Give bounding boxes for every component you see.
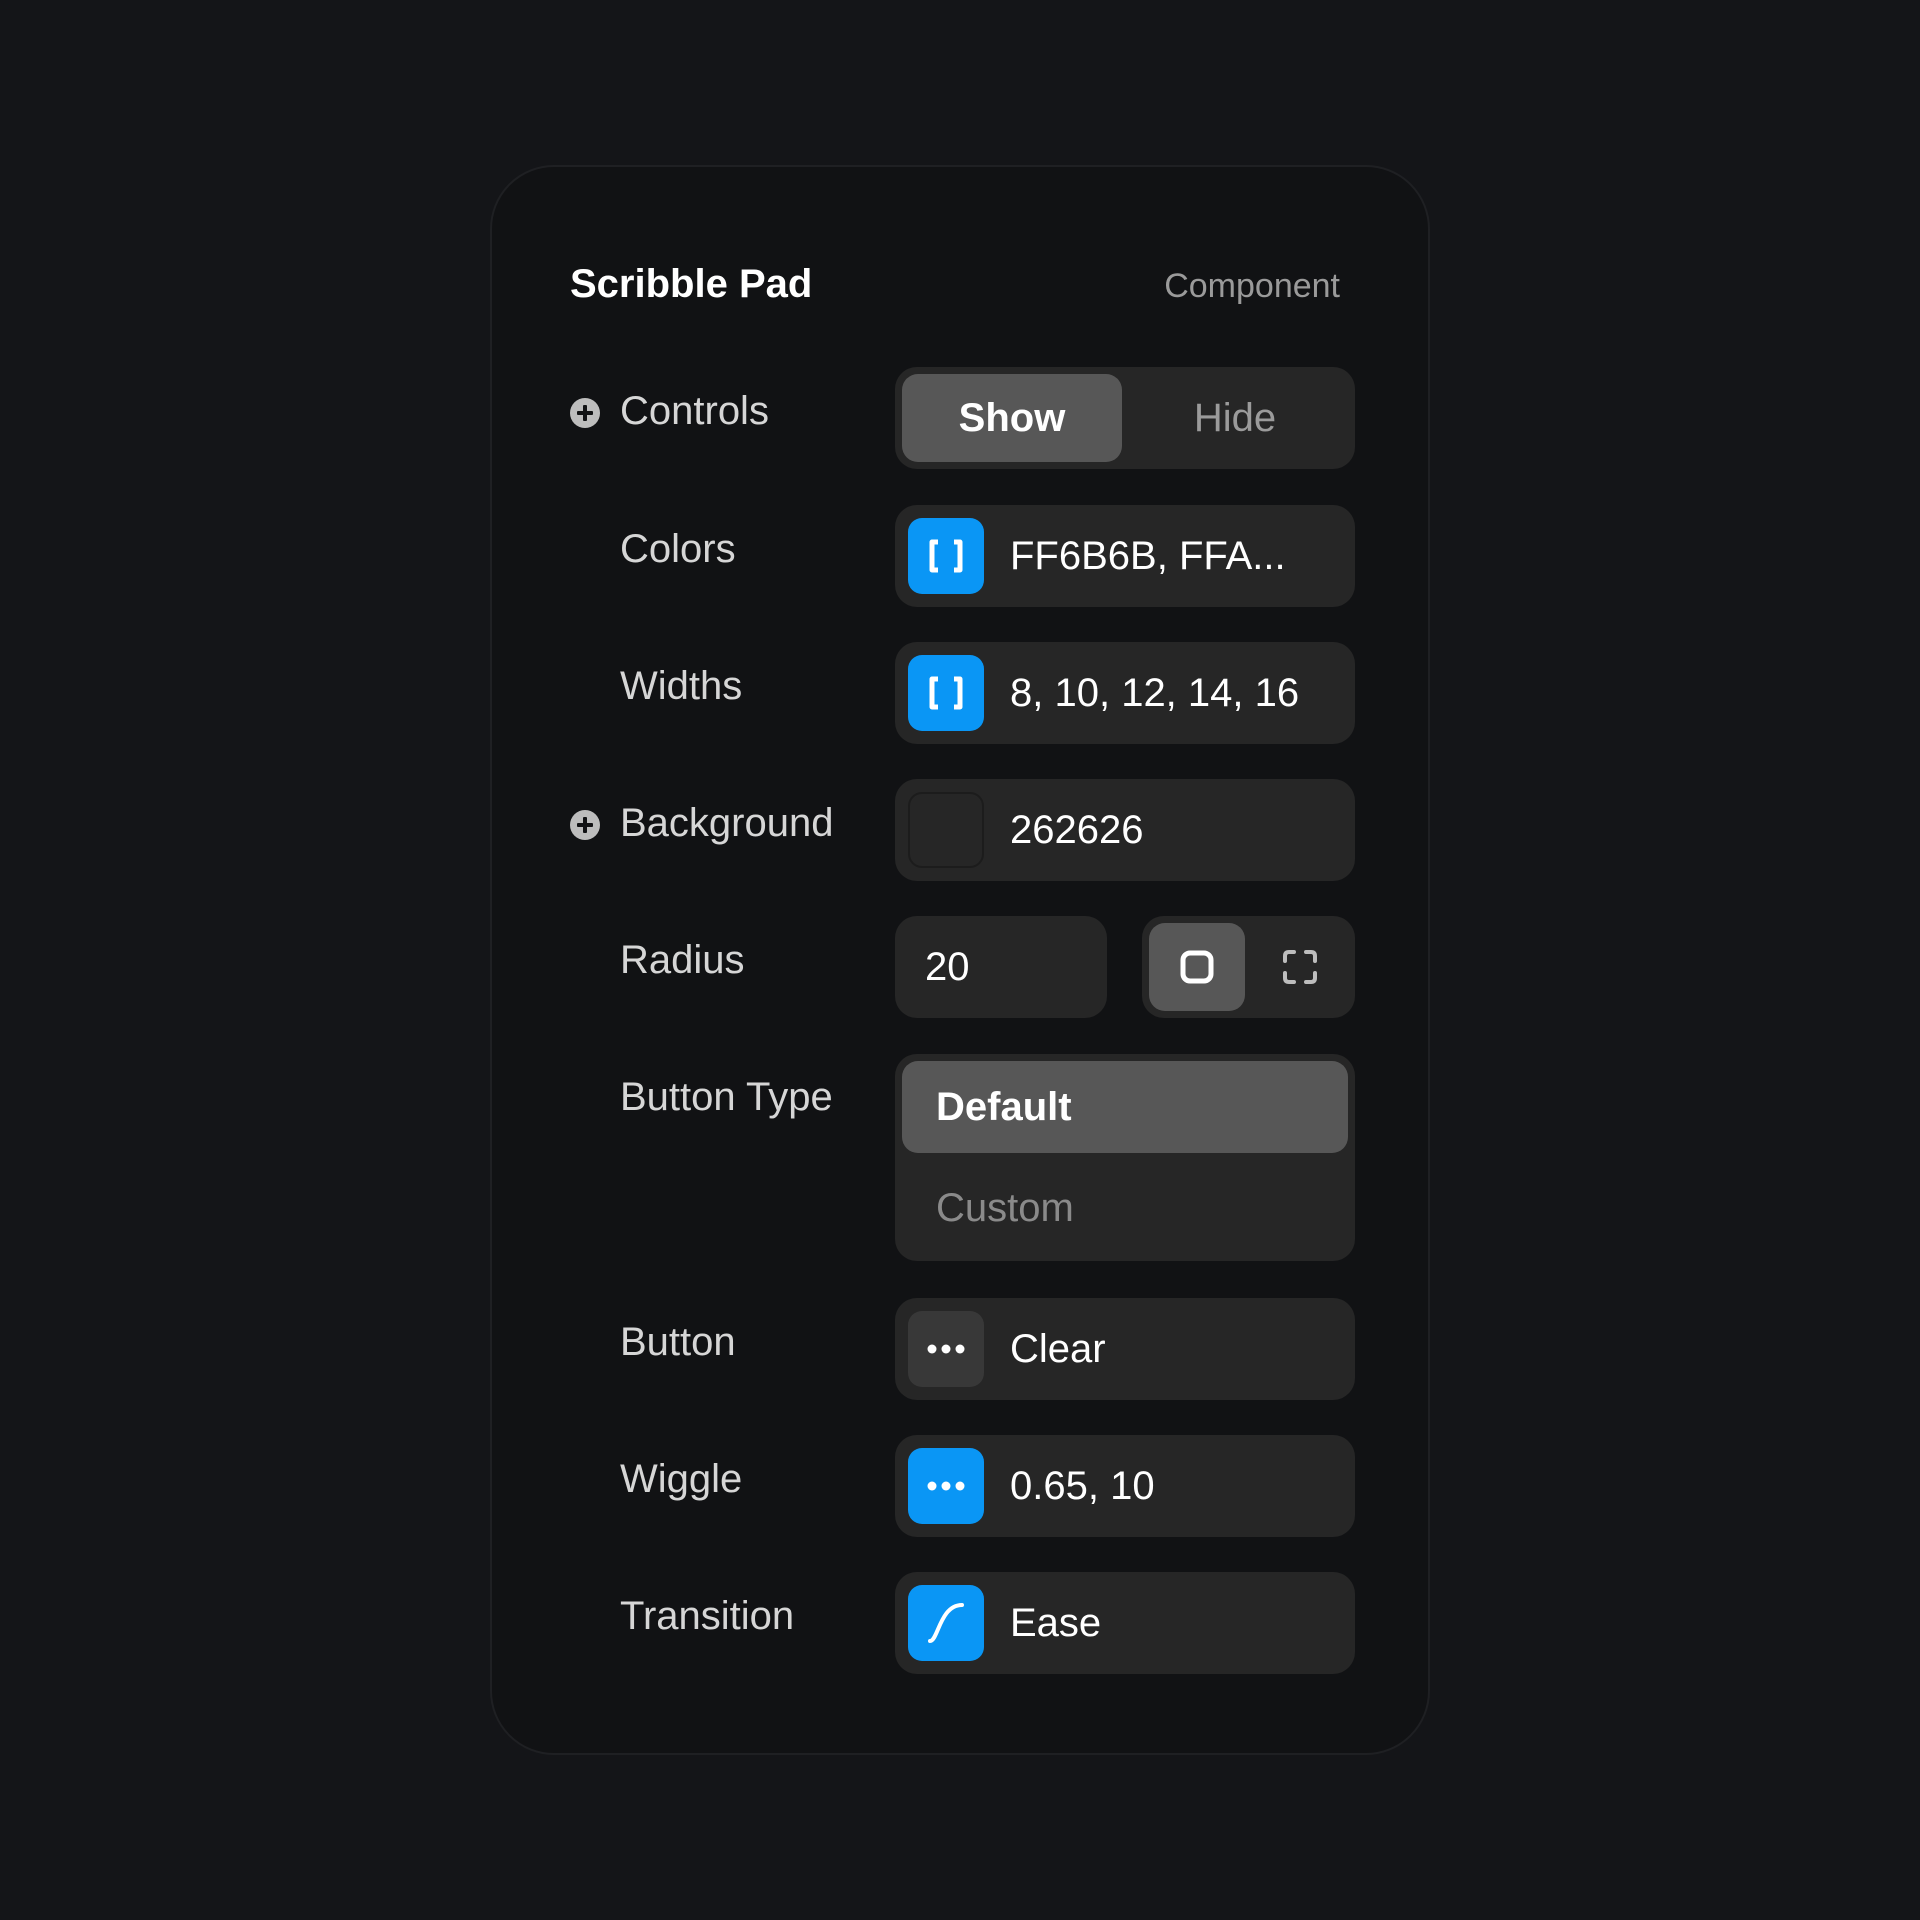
- radius-mode-toggle: [1142, 916, 1355, 1018]
- plus-circle-icon[interactable]: [569, 809, 601, 841]
- background-value: 262626: [1010, 807, 1144, 852]
- array-brackets-icon: [908, 518, 984, 594]
- button-value: Clear: [1010, 1326, 1106, 1371]
- properties-panel: Scribble Pad Component Controls Show Hid…: [490, 165, 1430, 1755]
- corner-brackets-icon[interactable]: [1252, 923, 1348, 1011]
- widths-value: 8, 10, 12, 14, 16: [1010, 670, 1300, 715]
- controls-hide-option[interactable]: Hide: [1122, 374, 1348, 462]
- controls-show-option[interactable]: Show: [902, 374, 1122, 462]
- color-swatch[interactable]: [908, 792, 984, 868]
- plus-circle-icon[interactable]: [569, 397, 601, 429]
- radius-label: Radius: [620, 938, 745, 982]
- button-type-default-option[interactable]: Default: [902, 1061, 1348, 1153]
- radius-input[interactable]: 20: [895, 916, 1107, 1018]
- ease-curve-icon: [908, 1585, 984, 1661]
- controls-segmented-control: Show Hide: [895, 367, 1355, 469]
- transition-label: Transition: [620, 1594, 795, 1638]
- panel-subtitle: Component: [1164, 267, 1340, 305]
- transition-field[interactable]: Ease: [895, 1572, 1355, 1674]
- panel-title: Scribble Pad: [570, 262, 813, 306]
- controls-label: Controls: [620, 389, 769, 433]
- button-type-options: Default Custom: [895, 1054, 1355, 1261]
- button-label: Button: [620, 1320, 736, 1364]
- wiggle-label: Wiggle: [620, 1457, 743, 1501]
- ellipsis-icon: [908, 1311, 984, 1387]
- widths-label: Widths: [620, 664, 743, 708]
- background-label: Background: [620, 801, 834, 845]
- ellipsis-icon: [908, 1448, 984, 1524]
- colors-field[interactable]: FF6B6B, FFA...: [895, 505, 1355, 607]
- button-type-custom-option[interactable]: Custom: [902, 1162, 1348, 1254]
- colors-value: FF6B6B, FFA...: [1010, 533, 1286, 578]
- background-field[interactable]: 262626: [895, 779, 1355, 881]
- widths-field[interactable]: 8, 10, 12, 14, 16: [895, 642, 1355, 744]
- colors-label: Colors: [620, 527, 736, 571]
- button-field[interactable]: Clear: [895, 1298, 1355, 1400]
- button-type-label: Button Type: [620, 1075, 833, 1119]
- wiggle-field[interactable]: 0.65, 10: [895, 1435, 1355, 1537]
- transition-value: Ease: [1010, 1600, 1102, 1645]
- array-brackets-icon: [908, 655, 984, 731]
- rounded-square-icon[interactable]: [1149, 923, 1245, 1011]
- wiggle-value: 0.65, 10: [1010, 1463, 1155, 1508]
